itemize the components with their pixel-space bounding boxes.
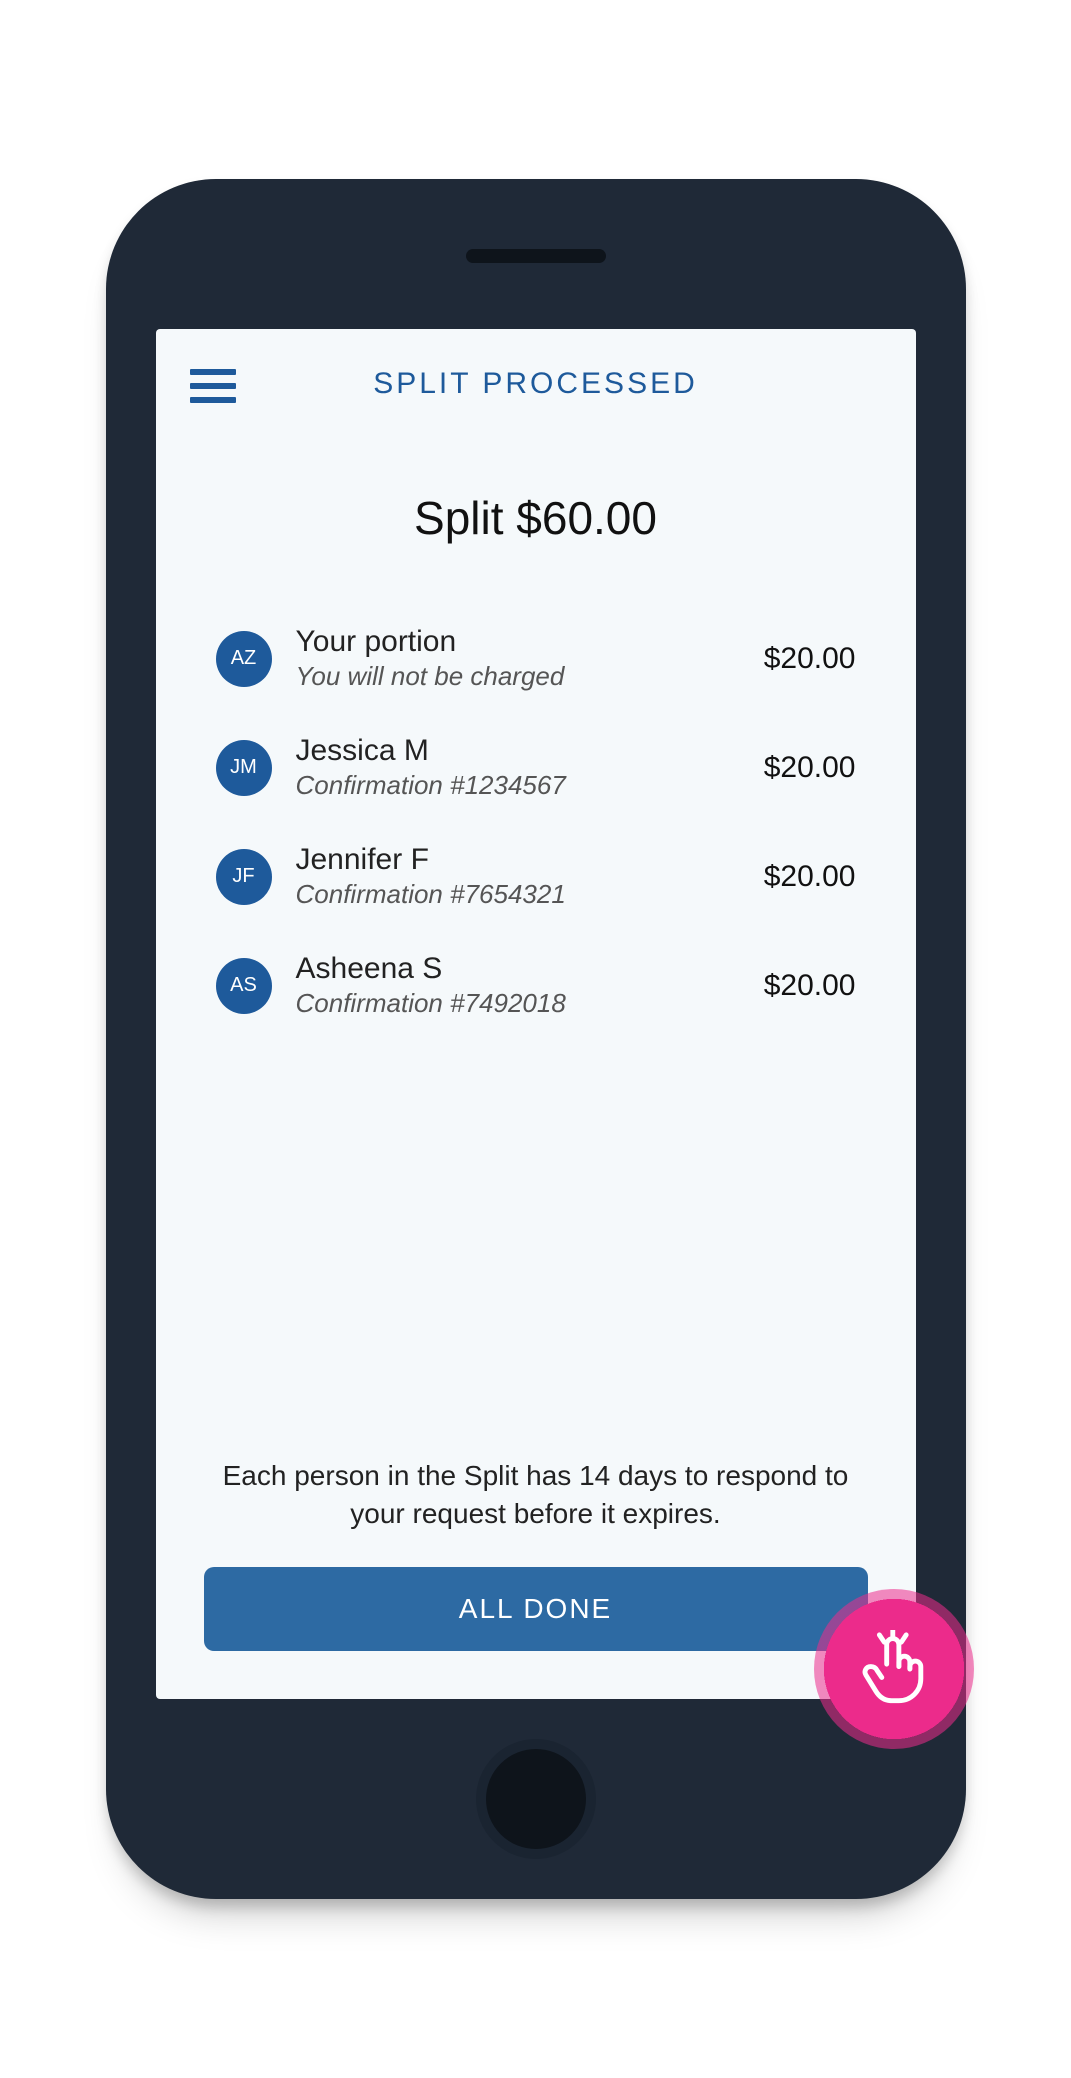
participant-sub: Confirmation #7654321: [296, 879, 752, 910]
participant-info: Jessica M Confirmation #1234567: [296, 734, 752, 801]
avatar: AZ: [216, 631, 272, 687]
phone-frame: SPLIT PROCESSED Split $60.00 AZ Your por…: [106, 179, 966, 1899]
list-item: JF Jennifer F Confirmation #7654321 $20.…: [216, 843, 856, 910]
list-item: AS Asheena S Confirmation #7492018 $20.0…: [216, 952, 856, 1019]
participant-amount: $20.00: [764, 969, 856, 1003]
list-item: AZ Your portion You will not be charged …: [216, 625, 856, 692]
participant-sub: Confirmation #1234567: [296, 770, 752, 801]
all-done-button[interactable]: ALL DONE: [204, 1567, 868, 1651]
phone-speaker: [466, 249, 606, 263]
participant-list: AZ Your portion You will not be charged …: [156, 625, 916, 1457]
list-item: JM Jessica M Confirmation #1234567 $20.0…: [216, 734, 856, 801]
participant-sub: You will not be charged: [296, 661, 752, 692]
split-amount: Split $60.00: [156, 491, 916, 545]
avatar: JM: [216, 740, 272, 796]
participant-info: Jennifer F Confirmation #7654321: [296, 843, 752, 910]
footer: Each person in the Split has 14 days to …: [156, 1457, 916, 1699]
participant-amount: $20.00: [764, 642, 856, 676]
participant-amount: $20.00: [764, 751, 856, 785]
menu-icon[interactable]: [190, 369, 236, 403]
participant-name: Asheena S: [296, 952, 752, 986]
participant-amount: $20.00: [764, 860, 856, 894]
participant-name: Jessica M: [296, 734, 752, 768]
participant-info: Your portion You will not be charged: [296, 625, 752, 692]
footer-note: Each person in the Split has 14 days to …: [204, 1457, 868, 1533]
avatar: JF: [216, 849, 272, 905]
home-button[interactable]: [476, 1739, 596, 1859]
app-screen: SPLIT PROCESSED Split $60.00 AZ Your por…: [156, 329, 916, 1699]
stage: SPLIT PROCESSED Split $60.00 AZ Your por…: [0, 0, 1071, 2078]
participant-info: Asheena S Confirmation #7492018: [296, 952, 752, 1019]
avatar: AS: [216, 958, 272, 1014]
participant-name: Jennifer F: [296, 843, 752, 877]
participant-sub: Confirmation #7492018: [296, 988, 752, 1019]
participant-name: Your portion: [296, 625, 752, 659]
page-title: SPLIT PROCESSED: [186, 367, 886, 401]
header: SPLIT PROCESSED: [156, 329, 916, 421]
